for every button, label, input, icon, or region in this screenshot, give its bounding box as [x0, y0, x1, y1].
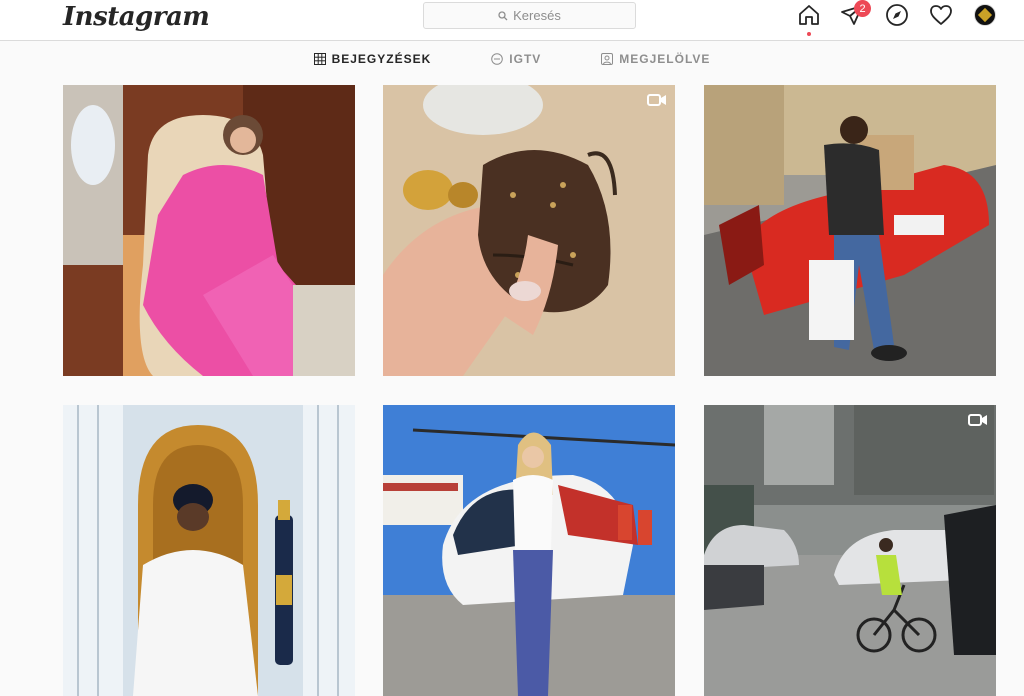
notification-badge: 2 — [854, 0, 871, 17]
avatar-emblem-icon — [977, 7, 993, 23]
tab-igtv-label: IGTV — [509, 52, 542, 66]
video-icon — [968, 414, 987, 426]
post-image — [704, 405, 996, 696]
tab-tagged-label: MEGJELÖLVE — [619, 52, 711, 66]
search-input[interactable]: Keresés — [423, 2, 636, 29]
heart-icon — [930, 5, 952, 25]
post-image — [383, 85, 675, 376]
tab-igtv[interactable]: IGTV — [491, 50, 541, 66]
explore-button[interactable] — [885, 3, 909, 27]
instagram-logo[interactable]: Instagram — [63, 2, 210, 32]
post-image — [383, 405, 675, 696]
tab-posts-label: BEJEGYZÉSEK — [331, 52, 432, 66]
post-thumbnail[interactable] — [63, 85, 355, 376]
search-icon — [498, 10, 508, 20]
post-thumbnail[interactable] — [704, 405, 996, 696]
igtv-icon — [491, 53, 504, 65]
active-indicator — [807, 32, 811, 36]
compass-icon — [886, 4, 908, 26]
tab-tagged[interactable]: MEGJELÖLVE — [601, 50, 710, 66]
tagged-icon — [601, 53, 614, 65]
grid-icon — [313, 53, 326, 65]
top-navbar: Instagram Keresés 2 — [0, 0, 1024, 41]
profile-avatar[interactable] — [974, 4, 996, 26]
profile-tabs: BEJEGYZÉSEK IGTV MEGJELÖLVE — [0, 41, 1024, 75]
search-placeholder: Keresés — [513, 8, 561, 23]
home-icon — [799, 5, 819, 25]
activity-button[interactable] — [929, 3, 953, 27]
post-thumbnail[interactable] — [383, 405, 675, 696]
post-image — [63, 405, 355, 696]
post-image — [63, 85, 355, 376]
tab-posts[interactable]: BEJEGYZÉSEK — [313, 50, 432, 66]
post-thumbnail[interactable] — [383, 85, 675, 376]
video-icon — [647, 94, 666, 106]
home-button[interactable] — [797, 3, 821, 27]
post-image — [704, 85, 996, 376]
post-thumbnail[interactable] — [704, 85, 996, 376]
post-thumbnail[interactable] — [63, 405, 355, 696]
